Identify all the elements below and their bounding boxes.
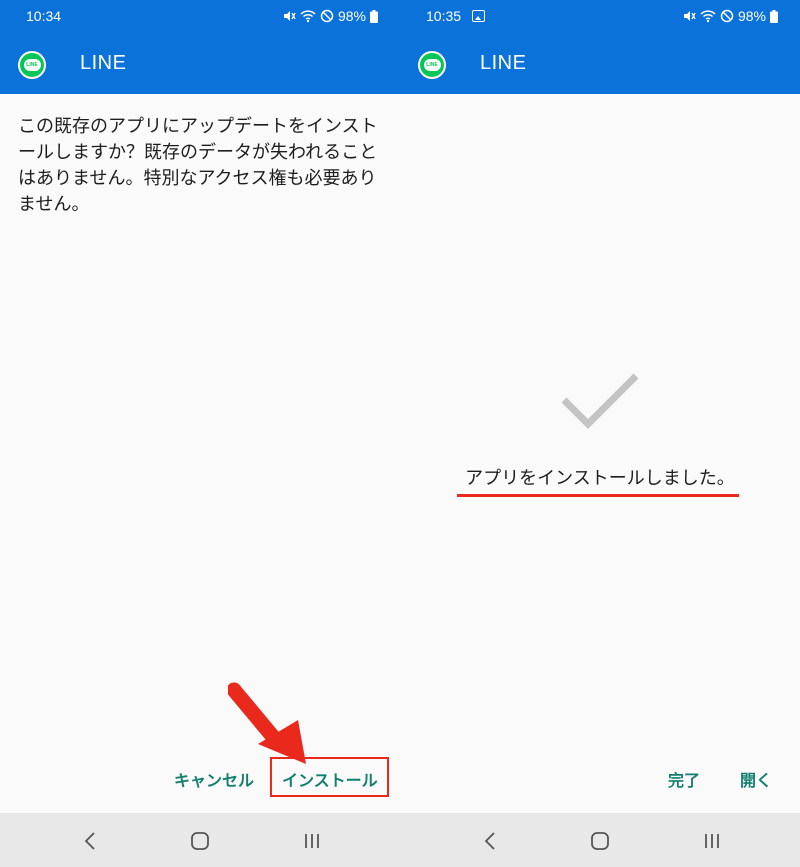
action-bar: 完了 開く	[400, 745, 800, 811]
status-bar: 10:35 98%	[400, 0, 800, 34]
action-bar: キャンセル インストール	[0, 745, 400, 811]
recents-icon[interactable]	[300, 829, 324, 853]
status-icons: 98%	[682, 8, 778, 24]
status-bar: 10:34 98%	[0, 0, 400, 34]
left-screen: 10:34 98% LINE LINE この既存のアプリにアップデートをインスト…	[0, 0, 400, 867]
back-icon[interactable]	[78, 829, 102, 853]
navigation-bar	[0, 813, 400, 867]
dnd-icon	[720, 9, 734, 23]
line-logo-icon: LINE	[18, 51, 46, 79]
line-logo-icon: LINE	[418, 51, 446, 79]
mute-icon	[682, 9, 696, 23]
back-icon[interactable]	[478, 829, 502, 853]
navigation-bar	[400, 813, 800, 867]
right-screen: 10:35 98% LINE LINE アプリをインストールしました。 完了 開…	[400, 0, 800, 867]
status-icons: 98%	[282, 8, 378, 24]
status-time: 10:34	[26, 8, 62, 24]
status-time: 10:35	[426, 8, 462, 24]
cancel-button[interactable]: キャンセル	[174, 767, 254, 791]
dnd-icon	[320, 9, 334, 23]
wifi-icon	[700, 9, 716, 23]
app-bar: LINE LINE	[400, 34, 800, 94]
app-bar: LINE LINE	[0, 34, 400, 94]
battery-percent: 98%	[337, 8, 366, 24]
annotation-underline	[457, 494, 739, 497]
install-complete-message: アプリをインストールしました。	[465, 468, 735, 489]
app-title: LINE	[480, 52, 527, 74]
open-button[interactable]: 開く	[740, 767, 772, 791]
check-icon	[561, 373, 639, 429]
install-button[interactable]: インストール	[282, 767, 378, 791]
done-button[interactable]: 完了	[668, 767, 700, 791]
home-icon[interactable]	[188, 829, 212, 853]
recents-icon[interactable]	[700, 829, 724, 853]
battery-percent: 98%	[737, 8, 766, 24]
battery-icon	[370, 9, 378, 23]
mute-icon	[282, 9, 296, 23]
app-title: LINE	[80, 52, 127, 74]
install-prompt-message: この既存のアプリにアップデートをインストールしますか？既存のデータが失われること…	[18, 116, 378, 215]
battery-icon	[770, 9, 778, 23]
home-icon[interactable]	[588, 829, 612, 853]
gallery-icon	[472, 10, 485, 22]
wifi-icon	[300, 9, 316, 23]
annotation-arrow-icon	[228, 682, 306, 764]
